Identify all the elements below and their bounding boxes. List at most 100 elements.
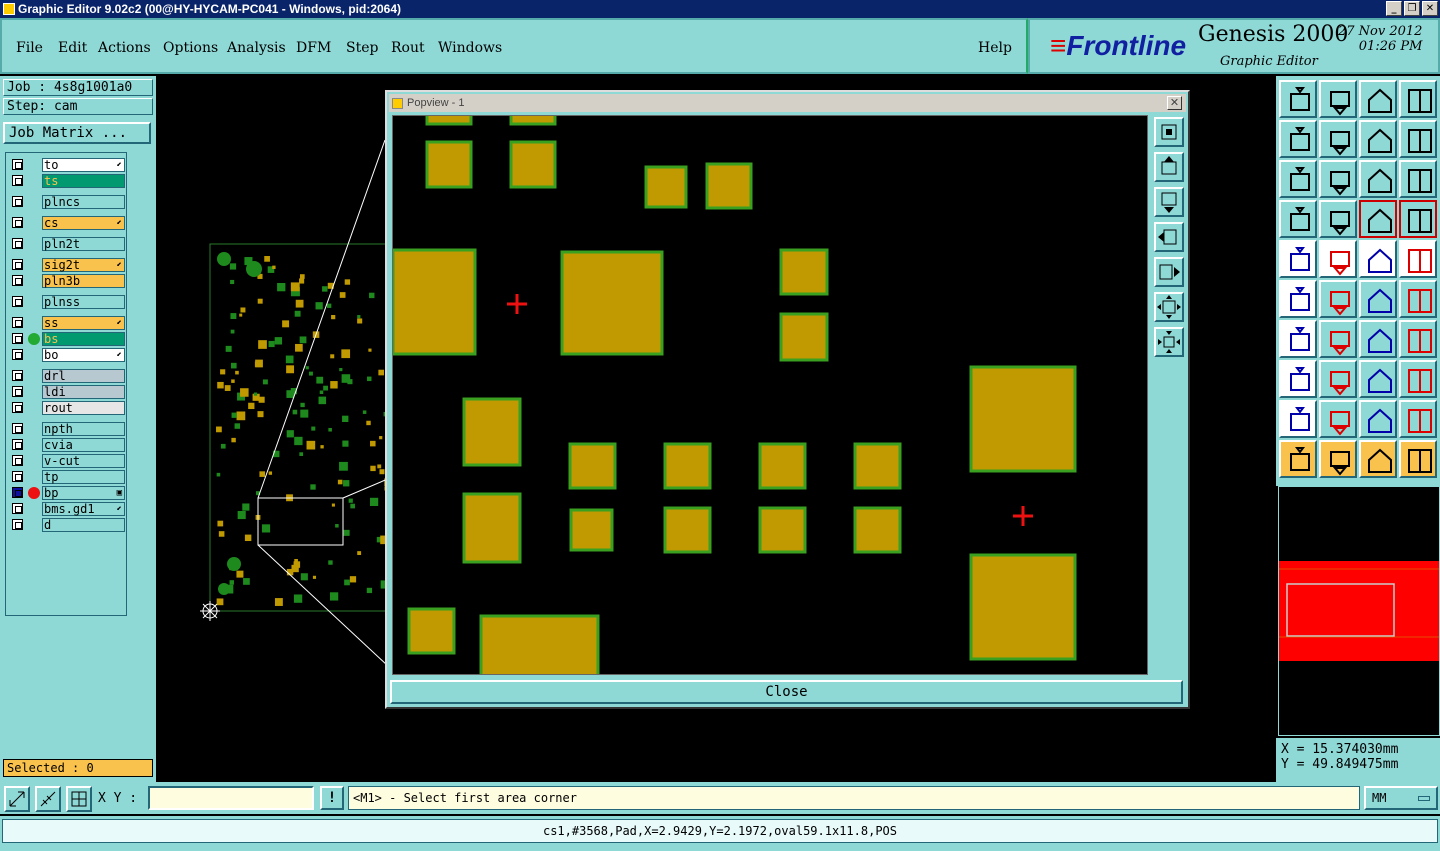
settings-icon[interactable] — [1279, 200, 1317, 238]
layer-name[interactable]: ldi — [42, 385, 125, 399]
select-pointer-icon[interactable] — [1359, 440, 1397, 478]
resize-icon[interactable] — [4, 786, 30, 812]
pan-left-icon[interactable] — [1154, 222, 1184, 252]
select-net-icon[interactable] — [1399, 440, 1437, 478]
split-view-icon[interactable] — [1399, 80, 1437, 118]
layer-row-bp[interactable]: bp ▣ — [8, 486, 126, 500]
layer-checkbox[interactable] — [12, 386, 23, 397]
layer-row-tp[interactable]: tp — [8, 470, 126, 484]
center-icon[interactable] — [1319, 160, 1357, 198]
angle-icon[interactable] — [1279, 320, 1317, 358]
layer-checkbox[interactable] — [12, 370, 23, 381]
pan-down-icon[interactable] — [1154, 187, 1184, 217]
layer-row-bs[interactable]: bs — [8, 332, 126, 346]
layer-name[interactable]: rout — [42, 401, 125, 415]
layer-row-ts[interactable]: ts — [8, 174, 126, 188]
layer-row-d[interactable]: d — [8, 518, 126, 532]
split-icon[interactable] — [1399, 320, 1437, 358]
undo-zoom-icon[interactable] — [1359, 120, 1397, 158]
layer-row-v-cut[interactable]: v-cut — [8, 454, 126, 468]
layer-row-to[interactable]: to ⬋ — [8, 158, 126, 172]
layer-name[interactable]: bp ▣ — [42, 486, 125, 500]
menu-edit[interactable]: Edit — [58, 40, 87, 56]
layer-name[interactable]: pln2t — [42, 237, 125, 251]
layer-name[interactable]: plnss — [42, 295, 125, 309]
layer-name[interactable]: pln3b — [42, 274, 125, 288]
menu-file[interactable]: File — [16, 40, 43, 56]
layer-checkbox[interactable] — [12, 455, 23, 466]
layer-row-cs[interactable]: cs ⬋ — [8, 216, 126, 230]
move-icon[interactable] — [1359, 280, 1397, 318]
pan-right-icon[interactable] — [1154, 257, 1184, 287]
layer-checkbox[interactable] — [12, 503, 23, 514]
menu-rout[interactable]: Rout — [391, 40, 425, 56]
menu-actions[interactable]: Actions — [98, 40, 151, 56]
grid-icon[interactable] — [1319, 200, 1357, 238]
layer-row-rout[interactable]: rout — [8, 401, 126, 415]
select-point-icon[interactable] — [1279, 360, 1317, 398]
layer-name[interactable]: plncs — [42, 195, 125, 209]
select-box-icon[interactable] — [1319, 440, 1357, 478]
rotate-icon[interactable] — [1399, 280, 1437, 318]
layer-name[interactable]: drl — [42, 369, 125, 383]
layer-name[interactable]: npth — [42, 422, 125, 436]
triangle-icon[interactable] — [1279, 400, 1317, 438]
layer-checkbox[interactable] — [12, 259, 23, 270]
layer-checkbox[interactable] — [12, 349, 23, 360]
layer-name[interactable]: to ⬋ — [42, 158, 125, 172]
layer-checkbox[interactable] — [12, 519, 23, 530]
layer-row-ldi[interactable]: ldi — [8, 385, 126, 399]
help-icon[interactable] — [1399, 160, 1437, 198]
connect-icon[interactable] — [1279, 280, 1317, 318]
menu-options[interactable]: Options — [163, 40, 218, 56]
layers-icon[interactable] — [1359, 200, 1397, 238]
zoom-home-icon[interactable] — [1279, 80, 1317, 118]
arc-icon[interactable] — [1359, 320, 1397, 358]
layer-name[interactable]: v-cut — [42, 454, 125, 468]
layer-name[interactable]: cs ⬋ — [42, 216, 125, 230]
redraw-icon[interactable] — [1399, 120, 1437, 158]
triangle2-icon[interactable] — [1319, 400, 1357, 438]
zoom-out-icon[interactable] — [1154, 327, 1184, 357]
layer-checkbox[interactable] — [12, 317, 23, 328]
line-icon[interactable] — [1319, 240, 1357, 278]
triangle3-icon[interactable] — [1359, 400, 1397, 438]
layer-checkbox[interactable] — [12, 333, 23, 344]
zoom-in-icon[interactable] — [1154, 292, 1184, 322]
ruler-icon[interactable] — [1359, 240, 1397, 278]
draw-icon[interactable] — [1319, 320, 1357, 358]
layer-row-bms.gd1[interactable]: bms.gd1 ⬋ — [8, 502, 126, 516]
fit-icon[interactable] — [1279, 160, 1317, 198]
warning-button[interactable]: ! — [320, 786, 344, 810]
zoom-in-icon[interactable] — [1319, 80, 1357, 118]
pad-icon[interactable] — [1279, 240, 1317, 278]
measure-icon[interactable] — [35, 786, 61, 812]
snap-icon[interactable] — [1319, 280, 1357, 318]
layer-name[interactable]: d — [42, 518, 125, 532]
pan-right-icon[interactable] — [1319, 120, 1357, 158]
layer-checkbox[interactable] — [12, 439, 23, 450]
job-matrix-button[interactable]: Job Matrix ... — [3, 122, 151, 144]
layer-checkbox[interactable] — [12, 487, 23, 498]
layer-row-pln2t[interactable]: pln2t — [8, 237, 126, 251]
menu-help[interactable]: Help — [978, 40, 1012, 56]
home-icon[interactable] — [1359, 80, 1397, 118]
layer-name[interactable]: ss ⬋ — [42, 316, 125, 330]
triangle4-icon[interactable] — [1399, 400, 1437, 438]
layer-name[interactable]: bs — [42, 332, 125, 346]
layer-row-pln3b[interactable]: pln3b — [8, 274, 126, 288]
layer-row-plnss[interactable]: plnss — [8, 295, 126, 309]
layer-row-sig2t[interactable]: sig2t ⬋ — [8, 258, 126, 272]
layer-name[interactable]: sig2t ⬋ — [42, 258, 125, 272]
units-select[interactable]: MM — [1364, 786, 1438, 810]
layer-checkbox[interactable] — [12, 402, 23, 413]
layer-checkbox[interactable] — [12, 275, 23, 286]
grid-snap-icon[interactable] — [66, 786, 92, 812]
layer-row-plncs[interactable]: plncs — [8, 195, 126, 209]
layer-row-cvia[interactable]: cvia — [8, 438, 126, 452]
zoom-extents-icon[interactable] — [1154, 117, 1184, 147]
layer-checkbox[interactable] — [12, 217, 23, 228]
layer-name[interactable]: bms.gd1 ⬋ — [42, 502, 125, 516]
display-icon[interactable] — [1399, 200, 1437, 238]
layer-checkbox[interactable] — [12, 296, 23, 307]
